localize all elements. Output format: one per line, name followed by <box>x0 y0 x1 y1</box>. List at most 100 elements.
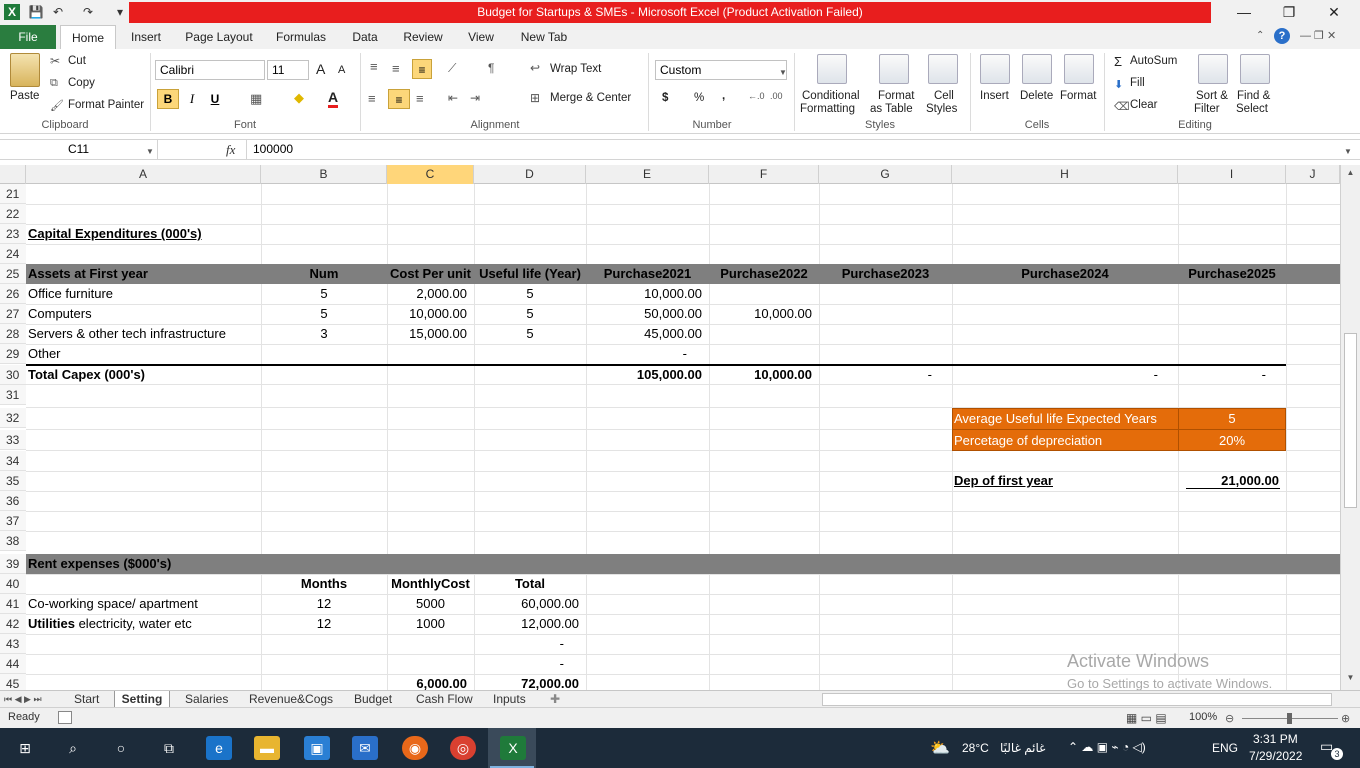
format-as-table-label-2[interactable]: as Table <box>870 103 913 115</box>
depreciation-pct-label[interactable]: Percetage of depreciation <box>952 430 1178 451</box>
fill-color-icon[interactable]: ◆ <box>294 90 304 106</box>
tab-review[interactable]: Review <box>400 25 446 49</box>
format-painter-icon[interactable]: 🖌 <box>50 99 64 112</box>
capex-header-p2022[interactable]: Purchase2022 <box>709 264 819 284</box>
zoom-level[interactable]: 100% <box>1189 711 1217 723</box>
capex-header-p2024[interactable]: Purchase2024 <box>952 264 1178 284</box>
rent-item-months[interactable]: 12 <box>261 614 387 634</box>
capex-item-life[interactable]: 5 <box>474 304 586 324</box>
insert-cells-button[interactable]: Insert <box>980 90 1009 102</box>
firefox-icon[interactable]: ◉ <box>402 736 428 760</box>
capex-item-num[interactable]: 5 <box>261 304 387 324</box>
rent-item-total[interactable]: 60,000.00 <box>474 594 586 614</box>
row-header-23[interactable]: 23 <box>0 224 26 244</box>
tray-icons[interactable]: ⌃ ☁ ▣ ⌁ ◔ ◁) <box>1068 740 1146 754</box>
restore-button[interactable]: ❐ <box>1266 0 1312 25</box>
excel-taskbar-icon[interactable]: X <box>500 736 526 760</box>
name-box[interactable]: C11 <box>0 140 158 159</box>
new-sheet-icon[interactable]: ✚ <box>550 691 560 708</box>
zoom-slider-thumb[interactable] <box>1287 713 1292 724</box>
font-size-select[interactable]: 11 <box>267 60 309 80</box>
cut-icon[interactable]: ✂ <box>50 54 60 68</box>
conditional-formatting-icon[interactable] <box>817 54 847 84</box>
col-header-i[interactable]: I <box>1178 165 1286 184</box>
sort-filter-label-2[interactable]: Filter <box>1194 103 1220 115</box>
align-middle-icon[interactable]: ≡ <box>392 61 400 76</box>
tab-insert[interactable]: Insert <box>126 25 166 49</box>
save-icon[interactable]: 💾 <box>28 4 44 20</box>
rent-dash[interactable]: - <box>474 654 586 674</box>
rent-item-total[interactable]: 12,000.00 <box>474 614 586 634</box>
file-explorer-icon[interactable]: ▬ <box>254 736 280 760</box>
clear-button[interactable]: Clear <box>1130 99 1157 111</box>
zoom-out-icon[interactable]: ⊖ <box>1225 712 1234 725</box>
tab-page-layout[interactable]: Page Layout <box>182 25 256 49</box>
tab-file[interactable]: File <box>0 25 56 49</box>
dep-first-year-label[interactable]: Dep of first year <box>952 471 1178 491</box>
fill-icon[interactable]: ⬇ <box>1114 78 1123 91</box>
align-bottom-icon[interactable]: ≡ <box>412 59 432 79</box>
avg-life-value[interactable]: 5 <box>1178 408 1286 429</box>
delete-cells-icon[interactable] <box>1022 54 1052 84</box>
sheet-tab-start[interactable]: Start <box>74 691 99 708</box>
row-header-40[interactable]: 40 <box>0 574 26 594</box>
row-header-29[interactable]: 29 <box>0 344 26 364</box>
capex-header-assets[interactable]: Assets at First year <box>26 264 261 284</box>
row-header-22[interactable]: 22 <box>0 204 26 224</box>
copy-button[interactable]: Copy <box>68 77 95 89</box>
autosum-icon[interactable]: Σ <box>1114 54 1122 69</box>
scroll-down-icon[interactable]: ▼ <box>1344 673 1357 687</box>
grow-font-button[interactable]: A <box>316 61 325 77</box>
row-header-24[interactable]: 24 <box>0 244 26 264</box>
rent-item-cost[interactable]: 5000 <box>387 594 474 614</box>
capex-total-label[interactable]: Total Capex (000's) <box>26 365 261 385</box>
clear-icon[interactable]: ⌫ <box>1114 100 1130 113</box>
font-color-icon[interactable]: A <box>328 89 339 108</box>
sheet-tab-budget[interactable]: Budget <box>354 691 392 708</box>
row-header-45[interactable]: 45 <box>0 674 26 690</box>
col-header-e[interactable]: E <box>586 165 709 184</box>
spreadsheet-grid[interactable]: A B C D E F G H I J 21 22 23 24 25 26 27… <box>0 165 1340 690</box>
italic-button[interactable]: I <box>183 89 201 109</box>
zoom-in-icon[interactable]: ⊕ <box>1341 712 1350 725</box>
borders-icon[interactable]: ▦ <box>250 91 262 107</box>
capex-item-cost[interactable]: 15,000.00 <box>387 324 474 344</box>
sheet-nav-icon[interactable]: ⏮ ◀ ▶ ⏭ <box>4 691 42 708</box>
row-header-42[interactable]: 42 <box>0 614 26 634</box>
weather-text[interactable]: غائم غالبًا <box>1000 741 1045 755</box>
language-indicator[interactable]: ENG <box>1212 741 1238 755</box>
capex-title[interactable]: Capital Expenditures (000's) <box>26 224 261 244</box>
row-header-36[interactable]: 36 <box>0 491 26 511</box>
paste-label[interactable]: Paste <box>10 90 39 102</box>
align-top-icon[interactable]: ≡ <box>370 59 378 74</box>
row-header-25[interactable]: 25 <box>0 264 26 284</box>
rent-header-total[interactable]: Total <box>474 574 586 594</box>
capex-header-num[interactable]: Num <box>261 264 387 284</box>
weather-temp[interactable]: 28°C <box>962 741 989 755</box>
paste-icon[interactable] <box>10 53 40 87</box>
view-buttons-icon[interactable]: ▦ ▭ ▤ <box>1126 711 1167 725</box>
tab-view[interactable]: View <box>462 25 500 49</box>
row-header-44[interactable]: 44 <box>0 654 26 674</box>
bold-button[interactable]: B <box>157 89 179 109</box>
capex-item-p2021[interactable]: 45,000.00 <box>586 324 709 344</box>
wrap-text-button[interactable]: Wrap Text <box>550 63 601 75</box>
rent-item-cost[interactable]: 1000 <box>387 614 474 634</box>
weather-icon[interactable]: ⛅ <box>930 738 950 758</box>
tab-home[interactable]: Home <box>60 25 116 49</box>
select-all-corner[interactable] <box>0 165 26 184</box>
autosum-button[interactable]: AutoSum <box>1130 55 1177 67</box>
rent-dash[interactable]: - <box>474 634 586 654</box>
wrap-text-icon[interactable]: ↩ <box>530 61 540 75</box>
cell-styles-label-2[interactable]: Styles <box>926 103 957 115</box>
avg-life-label[interactable]: Average Useful life Expected Years <box>952 408 1178 429</box>
decrease-decimal-icon[interactable]: .00 <box>770 91 783 101</box>
orientation-icon[interactable]: ⟋ <box>448 61 456 76</box>
percent-button[interactable]: % <box>694 92 704 104</box>
capex-item-name[interactable]: Computers <box>26 304 261 324</box>
rent-item-name[interactable]: Utilities electricity, water etc <box>26 614 261 634</box>
find-select-label[interactable]: Find & <box>1237 90 1270 102</box>
windows-start-icon[interactable]: ⊞ <box>12 736 38 760</box>
conditional-formatting-label[interactable]: Conditional <box>802 90 860 102</box>
rent-item-months[interactable]: 12 <box>261 594 387 614</box>
